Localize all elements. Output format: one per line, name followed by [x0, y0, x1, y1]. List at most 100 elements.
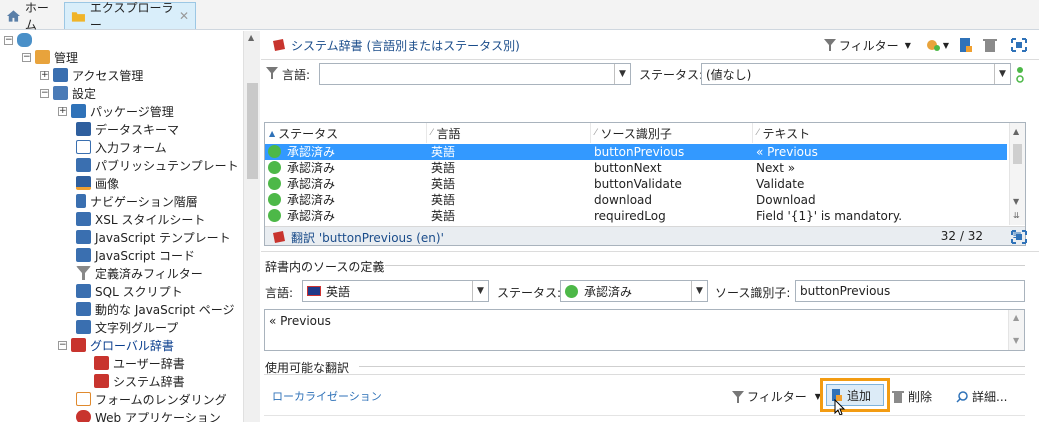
navigation-tree: − − 管理 + アクセス管理 − 設定 + パッケージ管理 データスキーマ 入…: [0, 31, 243, 422]
detail-panel-title: 翻訳 'buttonPrevious (en)': [291, 230, 444, 245]
expand-icon[interactable]: +: [40, 70, 49, 80]
tab-explorer[interactable]: エクスプローラー ✕: [64, 1, 196, 32]
tree-item-label: 文字列グループ: [95, 320, 179, 335]
edit-button[interactable]: [959, 37, 973, 53]
tree-item-label: Web アプリケーション: [95, 410, 221, 422]
expand-panel-button[interactable]: [1011, 230, 1027, 244]
dynamic-js-icon: [76, 302, 91, 316]
refresh-icon[interactable]: [1015, 65, 1025, 85]
cell-language: 英語: [431, 209, 456, 223]
collapse-icon[interactable]: −: [4, 35, 13, 45]
tree-item-sql[interactable]: SQL スクリプト: [76, 282, 183, 300]
language-select[interactable]: 英語 ▼: [302, 280, 489, 302]
gears-icon: [53, 86, 68, 100]
table-row[interactable]: 承認済み 英語 buttonValidate Validate: [265, 176, 1007, 192]
collapse-icon[interactable]: −: [40, 88, 49, 98]
scroll-up-icon[interactable]: ▲: [248, 33, 254, 42]
status-select[interactable]: 承認済み ▼: [560, 280, 708, 302]
scrollbar-thumb[interactable]: [1013, 144, 1022, 164]
column-header-source-id[interactable]: ⁄ ソース識別子: [591, 123, 753, 143]
filter-button[interactable]: フィルター ▼: [823, 37, 911, 54]
table-row[interactable]: 承認済み 英語 buttonPrevious « Previous: [265, 144, 1007, 160]
column-header-text[interactable]: ⁄ テキスト: [753, 123, 1007, 143]
language-filter-select[interactable]: ▼: [319, 63, 631, 85]
tree-item-label: SQL スクリプト: [95, 284, 183, 299]
chevron-down-icon[interactable]: ▼: [691, 281, 707, 301]
tree-item-dynamic-js[interactable]: 動的な JavaScript ページ: [76, 300, 235, 318]
collapse-icon[interactable]: −: [22, 52, 31, 62]
text-area[interactable]: « Previous ▲ ▼: [264, 309, 1025, 351]
tree-item-form-rendering[interactable]: フォームのレンダリング: [76, 390, 227, 408]
column-header-status[interactable]: ▲ ステータス: [265, 123, 427, 143]
tree-item-schemas[interactable]: データスキーマ: [76, 120, 179, 138]
cell-status: 承認済み: [287, 193, 336, 207]
tree-item-web-apps[interactable]: Web アプリケーション: [76, 408, 221, 422]
detail-button[interactable]: 詳細...: [956, 388, 1007, 405]
cell-status: 承認済み: [287, 209, 336, 223]
delete-button[interactable]: 削除: [892, 388, 932, 405]
chevron-down-icon[interactable]: ▼: [614, 64, 630, 84]
chevron-down-icon[interactable]: ▼: [994, 64, 1010, 84]
schema-icon: [76, 122, 91, 136]
top-panel-title: システム辞書 (言語別またはステータス別): [291, 38, 520, 53]
table-row[interactable]: 承認済み 英語 requiredLog Field '{1}' is manda…: [265, 208, 1007, 224]
tree-scrollbar[interactable]: ▲: [243, 31, 260, 422]
xsl-icon: [76, 212, 91, 226]
cell-status: 承認済み: [287, 177, 336, 191]
tree-item-user-dictionary[interactable]: ユーザー辞書: [94, 354, 185, 372]
new-item-button[interactable]: ▼: [925, 38, 949, 52]
chevron-down-icon[interactable]: ▼: [472, 281, 488, 301]
gear-new-icon: [926, 40, 940, 51]
expand-panel-button[interactable]: [1011, 38, 1027, 52]
tree-item-label: ナビゲーション階層: [90, 194, 198, 209]
collapse-icon[interactable]: −: [58, 340, 67, 350]
tree-item-global-dictionary[interactable]: − グローバル辞書: [58, 336, 174, 354]
tree-item-filters[interactable]: 定義済みフィルター: [76, 264, 203, 282]
delete-label: 削除: [908, 390, 933, 404]
status-filter-select[interactable]: (値なし) ▼: [701, 63, 1011, 85]
column-header-language[interactable]: ⁄ 言語: [427, 123, 591, 143]
text-scrollbar[interactable]: ▲ ▼: [1008, 310, 1024, 350]
close-icon[interactable]: ✕: [179, 9, 189, 23]
tree-item-label: パブリッシュテンプレート: [95, 158, 239, 173]
scrollbar-thumb[interactable]: [247, 83, 258, 179]
trash-icon: [983, 39, 997, 52]
tree-item-xsl[interactable]: XSL スタイルシート: [76, 210, 205, 228]
table-row[interactable]: 承認済み 英語 buttonNext Next »: [265, 160, 1007, 176]
tree-item-admin[interactable]: − 管理: [22, 48, 78, 66]
tree-item-js-templates[interactable]: JavaScript テンプレート: [76, 228, 231, 246]
tree-item-forms[interactable]: 入力フォーム: [76, 138, 167, 156]
tree-item-packages[interactable]: + パッケージ管理: [58, 102, 174, 120]
filter-button[interactable]: フィルター ▼: [732, 388, 821, 405]
tab-home-label: ホーム: [24, 0, 49, 32]
tree-item-system-dictionary[interactable]: システム辞書: [94, 372, 185, 390]
grid-scrollbar[interactable]: ▲ ▼ ⇊: [1009, 123, 1025, 225]
source-id-field[interactable]: buttonPrevious: [795, 280, 1025, 302]
tree-item-publish-templates[interactable]: パブリッシュテンプレート: [76, 156, 239, 174]
tree-item-access[interactable]: + アクセス管理: [40, 66, 143, 84]
scroll-down-icon[interactable]: ▼: [1013, 336, 1019, 345]
translations-panel: ローカライゼーション フィルター ▼ 追加 削除 詳細...: [264, 374, 1025, 422]
filter-icon: [823, 39, 836, 51]
filter-icon: [76, 266, 91, 280]
delete-button[interactable]: [983, 37, 997, 53]
localization-link[interactable]: ローカライゼーション: [272, 388, 382, 404]
tree-root[interactable]: −: [4, 31, 36, 49]
expand-icon[interactable]: +: [58, 106, 67, 116]
language-value: 英語: [326, 284, 351, 299]
cell-language: 英語: [431, 161, 456, 175]
tree-item-images[interactable]: 画像: [76, 174, 119, 192]
tree-item-string-groups[interactable]: 文字列グループ: [76, 318, 178, 336]
table-row[interactable]: 承認済み 英語 download Download: [265, 192, 1007, 208]
scroll-down-icon[interactable]: ▼: [1013, 197, 1019, 206]
scroll-up-icon[interactable]: ▲: [1013, 127, 1019, 136]
maximize-icon: [1011, 38, 1027, 52]
scroll-bottom-icon[interactable]: ⇊: [1013, 211, 1020, 220]
tree-item-js-code[interactable]: JavaScript コード: [76, 246, 195, 264]
tree-item-navigation[interactable]: ナビゲーション階層: [76, 192, 198, 210]
scroll-up-icon[interactable]: ▲: [1013, 313, 1019, 322]
sql-icon: [76, 284, 91, 298]
tab-bar: ホーム エクスプローラー ✕: [0, 0, 1039, 32]
tab-home[interactable]: ホーム: [0, 1, 64, 32]
tree-item-settings[interactable]: − 設定: [40, 84, 96, 102]
